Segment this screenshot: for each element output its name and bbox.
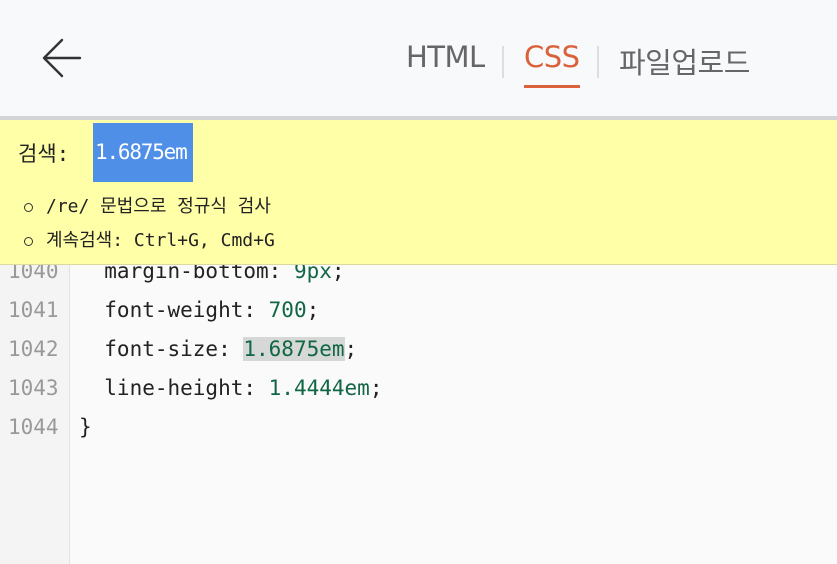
search-input[interactable] (93, 123, 193, 182)
code-line: 1044} (0, 408, 837, 447)
code-line: 1041 font-weight: 700; (0, 291, 837, 330)
line-number: 1043 (8, 376, 59, 400)
tab-html[interactable]: HTML (406, 40, 485, 74)
code-token: line-height: (79, 376, 269, 400)
code-token: font-size: (79, 337, 244, 361)
search-panel: 검색: /re/ 문법으로 정규식 검사 계속검색: Ctrl+G, Cmd+G (0, 120, 837, 265)
code-text: } (79, 408, 92, 447)
code-token: ; (369, 376, 383, 400)
top-bar: HTML CSS 파일업로드 (0, 0, 837, 120)
code-token: ; (306, 298, 320, 322)
code-line: 1043 line-height: 1.4444em; (0, 369, 837, 408)
code-token: 1.4444em (268, 376, 370, 400)
code-text: font-weight: 700; (79, 291, 319, 330)
line-number: 1042 (8, 337, 59, 361)
code-text: line-height: 1.4444em; (79, 369, 382, 408)
code-text: font-size: 1.6875em; (79, 330, 357, 369)
code-token: ; (344, 337, 358, 361)
tab-css[interactable]: CSS (524, 40, 580, 88)
tab-divider (502, 46, 504, 78)
code-token: font-weight: (79, 298, 269, 322)
line-number: 1044 (8, 415, 59, 439)
search-label: 검색: (18, 142, 70, 166)
code-token: 700 (268, 298, 307, 322)
search-match: 1.6875em (243, 337, 345, 361)
search-hint-shortcut: 계속검색: Ctrl+G, Cmd+G (24, 224, 275, 258)
tab-divider (597, 46, 599, 78)
line-number: 1041 (8, 298, 59, 322)
code-line: 1042 font-size: 1.6875em; (0, 330, 837, 369)
search-hints: /re/ 문법으로 정규식 검사 계속검색: Ctrl+G, Cmd+G (24, 190, 275, 258)
tab-file-upload[interactable]: 파일업로드 (619, 40, 750, 82)
code-token: } (79, 415, 92, 439)
search-hint-regex: /re/ 문법으로 정규식 검사 (24, 190, 275, 224)
tab-bar: HTML CSS 파일업로드 (0, 40, 837, 90)
